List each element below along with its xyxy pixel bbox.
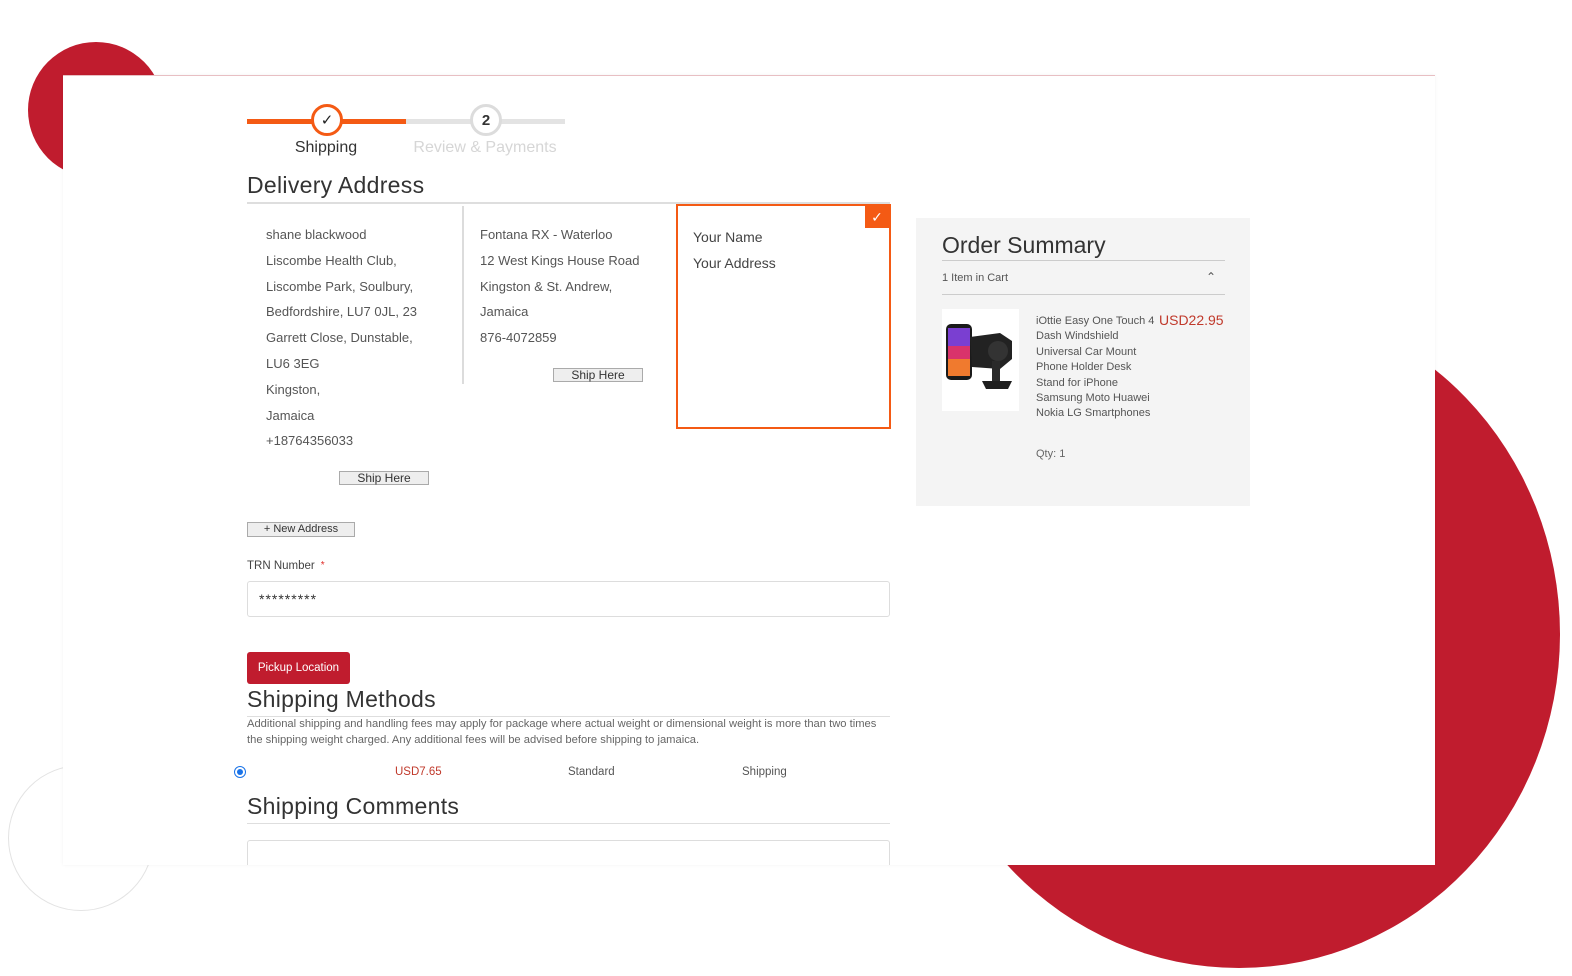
step-review-number[interactable]: 2 [470, 104, 502, 136]
divider [247, 823, 890, 824]
product-name[interactable]: iOttie Easy One Touch 4 Dash Windshield … [1036, 314, 1156, 422]
trn-input[interactable] [247, 581, 890, 617]
address-line: 12 West Kings House Road [480, 252, 640, 268]
pickup-location-button[interactable]: Pickup Location [247, 652, 350, 684]
delivery-address-title: Delivery Address [247, 172, 425, 198]
divider [942, 294, 1225, 295]
radio-dot [237, 769, 243, 775]
checkmark-icon: ✓ [865, 206, 889, 228]
address-phone: 876-4072859 [480, 330, 557, 346]
address-line: Kingston & St. Andrew, [480, 278, 613, 294]
shipping-comments-title: Shipping Comments [247, 793, 460, 819]
order-summary-title: Order Summary [942, 232, 1106, 258]
comments-textarea[interactable] [247, 840, 890, 865]
checkout-card: ✓ 2 Shipping Review & Payments Delivery … [63, 75, 1435, 865]
product-qty: Qty: 1 [1036, 448, 1066, 460]
shipping-rate-radio[interactable] [234, 766, 246, 778]
address-line: Liscombe Park, Soulbury, [266, 278, 414, 294]
address-line: Liscombe Health Club, [266, 252, 397, 268]
address-phone: +18764356033 [266, 433, 354, 449]
address-line: Bedfordshire, LU7 0JL, 23 [266, 304, 418, 320]
address-line: Kingston, [266, 381, 321, 397]
product-image[interactable] [942, 309, 1019, 411]
address-line: shane blackwood [266, 227, 367, 242]
order-summary: Order Summary 1 Item in Cart ⌃ iOttie Ea… [916, 218, 1250, 506]
product-price: USD22.95 [1159, 312, 1224, 328]
new-address-button[interactable]: + New Address [247, 522, 355, 537]
address-line: Jamaica [480, 304, 529, 320]
trn-label: TRN Number * [247, 560, 325, 572]
address-line: Jamaica [266, 407, 315, 423]
required-mark: * [320, 560, 325, 571]
rate-carrier: Shipping [742, 766, 787, 778]
chevron-up-icon[interactable]: ⌃ [1206, 270, 1216, 284]
address-divider [462, 206, 464, 384]
rate-method: Standard [568, 766, 615, 778]
address-line: Garrett Close, Dunstable, [266, 330, 413, 346]
selected-name: Your Name [693, 229, 763, 245]
items-in-cart[interactable]: 1 Item in Cart [942, 272, 1008, 284]
step-shipping-check-icon: ✓ [311, 104, 343, 136]
address-card-1: shane blackwood Liscombe Health Club, Li… [266, 222, 417, 454]
address-line: LU6 3EG [266, 355, 320, 371]
ship-here-button-1[interactable]: Ship Here [339, 471, 429, 485]
shipping-methods-title: Shipping Methods [247, 686, 436, 712]
selected-address-card[interactable]: ✓ Your Name Your Address [676, 204, 891, 429]
shipping-note: Additional shipping and handling fees ma… [247, 718, 877, 746]
selected-address: Your Address [693, 255, 776, 271]
trn-label-text: TRN Number [247, 560, 315, 572]
step-review-label[interactable]: Review & Payments [375, 139, 595, 157]
address-card-2: Fontana RX - Waterloo 12 West Kings Hous… [480, 222, 639, 351]
ship-here-button-2[interactable]: Ship Here [553, 368, 643, 382]
rate-price: USD7.65 [395, 766, 442, 778]
address-line: Fontana RX - Waterloo [480, 227, 613, 242]
divider [942, 260, 1225, 261]
